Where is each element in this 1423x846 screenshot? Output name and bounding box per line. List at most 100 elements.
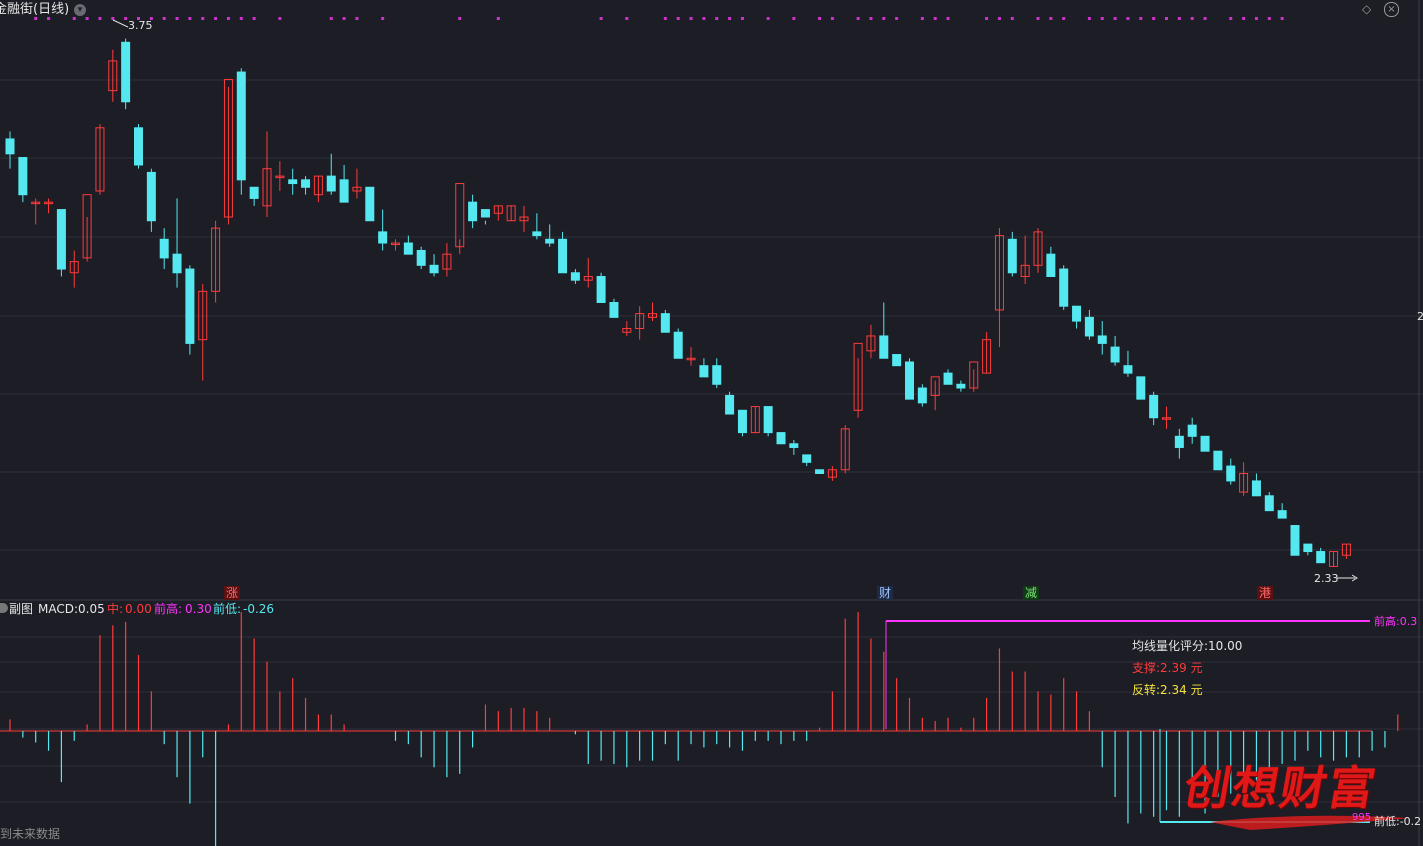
top-marker <box>1087 17 1091 20</box>
top-marker <box>997 17 1001 20</box>
candle-body <box>892 354 902 367</box>
candle-body <box>339 179 349 203</box>
top-marker <box>201 17 205 20</box>
top-marker <box>1100 17 1104 20</box>
dropdown-icon[interactable]: ▾ <box>74 4 86 16</box>
top-marker <box>1010 17 1014 20</box>
top-marker <box>1190 17 1194 20</box>
close-icon[interactable]: × <box>1384 2 1399 17</box>
top-marker <box>175 17 179 20</box>
chart-title: 金融街(日线) <box>0 2 70 17</box>
top-marker <box>214 17 218 20</box>
top-marker <box>1126 17 1130 20</box>
top-marker <box>715 17 719 20</box>
candle-body <box>301 179 311 188</box>
top-marker <box>985 17 989 20</box>
event-tag-gang[interactable]: 港 <box>1257 586 1274 600</box>
candle-body <box>725 394 735 415</box>
high-arrow <box>112 19 129 28</box>
candle-body <box>1264 495 1274 512</box>
candle-body <box>802 454 812 463</box>
top-marker <box>1280 17 1284 20</box>
candle-body <box>763 406 773 434</box>
top-marker <box>239 17 243 20</box>
event-tag-cai[interactable]: 财 <box>877 586 894 600</box>
candle-body <box>365 186 375 222</box>
top-marker <box>381 17 385 20</box>
macd-label: MACD: <box>38 602 79 616</box>
top-marker <box>188 17 192 20</box>
event-tag-zhang[interactable]: 涨 <box>224 586 241 600</box>
candle-body <box>249 186 259 199</box>
top-marker <box>458 17 462 20</box>
candle-body <box>673 331 683 359</box>
top-marker <box>946 17 950 20</box>
candle-body <box>1303 543 1313 553</box>
top-marker <box>278 17 282 20</box>
candlestick-series[interactable] <box>5 38 1351 567</box>
top-marker <box>933 17 937 20</box>
diamond-icon[interactable]: ◇ <box>1362 2 1371 16</box>
candle-body <box>1149 394 1159 419</box>
prev-high-tag: 前高:0.3 <box>1374 615 1418 628</box>
prev-high-value: 0.30 <box>185 602 212 616</box>
top-markers <box>34 17 1284 20</box>
candle-body <box>1226 465 1236 482</box>
candle-body <box>879 335 889 359</box>
top-marker <box>111 17 115 20</box>
chart-stage <box>0 0 1423 846</box>
candle-body <box>172 253 182 274</box>
right-axis-tick: 2 <box>1417 310 1423 323</box>
candle-body <box>1213 450 1223 471</box>
top-marker <box>830 17 834 20</box>
top-marker <box>72 17 76 20</box>
watermark-logo: 创想财富 <box>1179 761 1382 815</box>
top-marker <box>47 17 51 20</box>
top-marker <box>1165 17 1168 20</box>
candle-body <box>956 383 966 389</box>
support-text: 支撑:2.39 元 <box>1132 661 1203 675</box>
candle-body <box>1007 238 1017 274</box>
top-marker <box>625 17 629 20</box>
candle-body <box>56 209 66 270</box>
top-marker <box>342 17 346 20</box>
candle-body <box>185 268 195 344</box>
candle-body <box>1084 316 1094 337</box>
top-marker <box>252 17 256 20</box>
top-marker <box>689 17 693 20</box>
top-marker <box>1254 17 1258 20</box>
top-marker <box>920 17 924 20</box>
mid-value: 0.00 <box>125 602 152 616</box>
candle-body <box>1174 435 1184 448</box>
candle-body <box>1290 525 1300 556</box>
top-marker <box>1113 17 1117 20</box>
top-marker <box>766 17 770 20</box>
prev-high-label: 前高: <box>154 602 183 616</box>
chart-overlays <box>112 19 1410 830</box>
candle-body <box>1123 365 1133 374</box>
candle-body <box>737 409 747 434</box>
top-marker <box>895 17 899 20</box>
event-tag-jian[interactable]: 减 <box>1023 586 1040 600</box>
top-marker <box>702 17 706 20</box>
candle-body <box>545 238 555 244</box>
candle-body <box>403 242 413 255</box>
candle-body <box>236 71 246 181</box>
candle-body <box>776 432 786 445</box>
top-marker <box>856 17 860 20</box>
candle-body <box>905 361 914 400</box>
top-marker <box>98 17 102 20</box>
candle-body <box>1136 376 1146 400</box>
candle-body <box>558 238 568 274</box>
candle-body <box>288 179 298 185</box>
candle-body <box>609 302 619 318</box>
candle-body <box>134 127 143 166</box>
reversal-text: 反转:2.34 元 <box>1132 683 1203 697</box>
prev-low-value: -0.26 <box>243 602 275 616</box>
candle-body <box>1277 510 1287 519</box>
top-marker <box>1203 17 1207 20</box>
candle-body <box>1097 335 1107 344</box>
top-marker <box>818 17 822 20</box>
top-marker <box>1229 17 1233 20</box>
candle-body <box>1110 346 1120 363</box>
